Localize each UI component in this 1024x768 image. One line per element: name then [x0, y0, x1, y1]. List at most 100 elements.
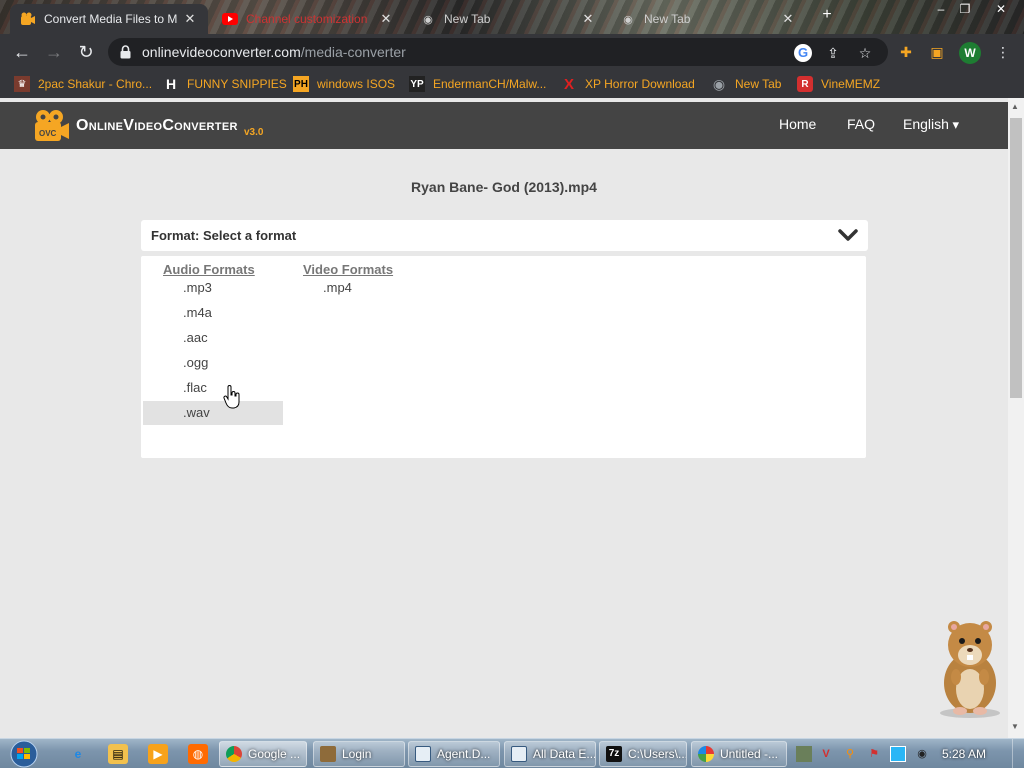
chrome-icon: ◉ [423, 13, 433, 26]
tray-monitor-icon[interactable] [890, 746, 906, 762]
hamster-desktop-pet-icon[interactable] [930, 615, 1010, 720]
media-player-icon[interactable]: ▶ [148, 744, 168, 764]
yp-icon: YP [409, 76, 425, 92]
tupac-icon: ♛ [14, 76, 30, 92]
bookmark-label: VineMEMZ [821, 77, 881, 91]
bookmark-xp-horror[interactable]: X XP Horror Download [561, 75, 695, 93]
youtube-icon [222, 11, 238, 27]
windows-taskbar: e ▤ ▶ ◍ Google ... Login Agent.D... All … [0, 738, 1024, 768]
svg-text:OVC: OVC [39, 129, 57, 138]
format-option-ogg[interactable]: .ogg [143, 351, 283, 375]
taskbar-item-agent[interactable]: Agent.D... [408, 741, 500, 767]
new-tab-icon[interactable]: + [816, 6, 838, 26]
tray-app-icon[interactable] [796, 746, 812, 762]
scroll-up-icon[interactable]: ▲ [1011, 102, 1019, 111]
taskbar-item-all-data[interactable]: All Data E... [504, 741, 596, 767]
bookmark-vinememz[interactable]: R VineMEMZ [797, 75, 880, 93]
bookmark-label: 2pac Shakur - Chro... [38, 77, 153, 91]
ovc-camera-icon [20, 11, 36, 27]
lock-icon [120, 45, 131, 59]
tab-title: New Tab [644, 12, 691, 26]
taskbar-item-label: Agent.D... [437, 747, 491, 761]
format-option-wav[interactable]: .wav [143, 401, 283, 425]
tab-title: New Tab [444, 12, 491, 26]
address-bar[interactable]: onlinevideoconverter.com/media-converter… [108, 38, 888, 66]
tray-v-icon[interactable]: V [818, 746, 834, 762]
side-panel-icon[interactable]: ▣ [928, 43, 946, 61]
bookmark-endermanch[interactable]: YP EndermanCH/Malw... [409, 75, 546, 93]
close-icon[interactable]: ✕ [780, 11, 796, 27]
bookmark-label: EndermanCH/Malw... [433, 77, 547, 91]
format-options-menu: Audio Formats Video Formats .mp3 .m4a .a… [141, 256, 866, 458]
taskbar-item-label: C:\Users\... [628, 747, 687, 761]
reload-icon[interactable]: ↻ [74, 40, 98, 64]
language-dropdown[interactable]: English [903, 116, 959, 133]
format-option-flac[interactable]: .flac [143, 376, 283, 400]
url-path: /media-converter [300, 44, 406, 60]
format-option-mp3[interactable]: .mp3 [143, 276, 283, 300]
bookmark-2pac[interactable]: ♛ 2pac Shakur - Chro... [14, 75, 152, 93]
start-button-icon[interactable] [6, 739, 42, 768]
format-option-mp4[interactable]: .mp4 [283, 276, 423, 300]
tab-channel-customization[interactable]: Channel customization ✕ [212, 4, 404, 34]
nav-faq-link[interactable]: FAQ [847, 116, 875, 132]
bookmark-star-icon[interactable]: ☆ [856, 44, 874, 62]
tab-title: Channel customization [246, 12, 368, 26]
window-close-icon[interactable]: ✕ [990, 0, 1012, 20]
scroll-down-icon[interactable]: ▼ [1011, 722, 1019, 731]
ovc-logo-icon[interactable]: OVC [34, 109, 70, 143]
restore-icon[interactable]: ❐ [954, 0, 976, 20]
bookmark-funny-snippies[interactable]: H FUNNY SNIPPIES [163, 75, 287, 93]
taskbar-item-paint[interactable]: Untitled -... [691, 741, 787, 767]
extensions-puzzle-icon[interactable]: ✚ [897, 43, 915, 61]
format-option-aac[interactable]: .aac [143, 326, 283, 350]
back-arrow-icon[interactable]: ← [10, 40, 34, 64]
profile-avatar[interactable]: W [959, 42, 981, 64]
file-explorer-icon[interactable]: ▤ [108, 744, 128, 764]
format-select-dropdown[interactable]: Format: Select a format [141, 220, 868, 251]
paint-icon [698, 746, 714, 762]
site-logo-text[interactable]: OnlineVideoConverter [76, 117, 238, 135]
forward-arrow-icon[interactable]: → [42, 40, 66, 64]
close-icon[interactable]: ✕ [378, 11, 394, 27]
taskbar-item-login[interactable]: Login [313, 741, 405, 767]
taskbar-item-7zip[interactable]: 7z C:\Users\... [599, 741, 687, 767]
minimize-icon[interactable]: – [930, 0, 952, 20]
tray-volume-icon[interactable]: ◉ [914, 746, 930, 762]
tray-flag-icon[interactable]: ⚑ [866, 746, 882, 762]
internet-explorer-icon[interactable]: e [68, 744, 88, 764]
video-formats-heading: Video Formats [303, 262, 394, 277]
share-icon[interactable]: ⇪ [824, 44, 842, 62]
chrome-icon: ◉ [623, 13, 633, 26]
format-option-m4a[interactable]: .m4a [143, 301, 283, 325]
hamster-app-icon[interactable]: ◍ [188, 744, 208, 764]
close-icon[interactable]: ✕ [580, 11, 596, 27]
tab-convert-media[interactable]: Convert Media Files to M ✕ [10, 4, 208, 34]
nav-home-link[interactable]: Home [779, 116, 816, 132]
scrollbar-thumb[interactable] [1010, 118, 1022, 398]
google-lens-icon[interactable]: G [794, 44, 812, 62]
audio-formats-heading: Audio Formats [163, 262, 255, 277]
close-icon[interactable]: ✕ [182, 11, 198, 27]
h-icon: H [165, 76, 177, 92]
bookmark-new-tab[interactable]: ◉ New Tab [711, 75, 782, 93]
tab-new-tab-1[interactable]: ◉ New Tab ✕ [410, 4, 606, 34]
chevron-down-icon [838, 228, 858, 242]
taskbar-item-label: Untitled -... [720, 747, 779, 761]
page-scrollbar[interactable]: ▲ ▼ [1008, 98, 1024, 738]
chrome-menu-icon[interactable]: ⋮ [994, 43, 1012, 61]
show-desktop-button[interactable] [1012, 739, 1024, 768]
logo-word-online: Online [76, 117, 124, 134]
x-icon: X [563, 75, 574, 93]
tray-search-icon[interactable]: ⚲ [842, 746, 858, 762]
taskbar-clock[interactable]: 5:28 AM [942, 747, 986, 761]
tab-title: Convert Media Files to M [44, 12, 178, 26]
taskbar-item-label: Google ... [248, 747, 301, 761]
taskbar-item-google-chrome[interactable]: Google ... [219, 741, 307, 767]
bookmark-label: windows ISOS [317, 77, 396, 91]
bookmark-windows-isos[interactable]: PH windows ISOS [293, 75, 395, 93]
web-page: OVC OnlineVideoConverter v3.0 Home FAQ E… [0, 98, 1008, 738]
ph-icon: PH [293, 76, 309, 92]
tab-new-tab-2[interactable]: ◉ New Tab ✕ [610, 4, 806, 34]
bookmark-label: New Tab [735, 77, 782, 91]
